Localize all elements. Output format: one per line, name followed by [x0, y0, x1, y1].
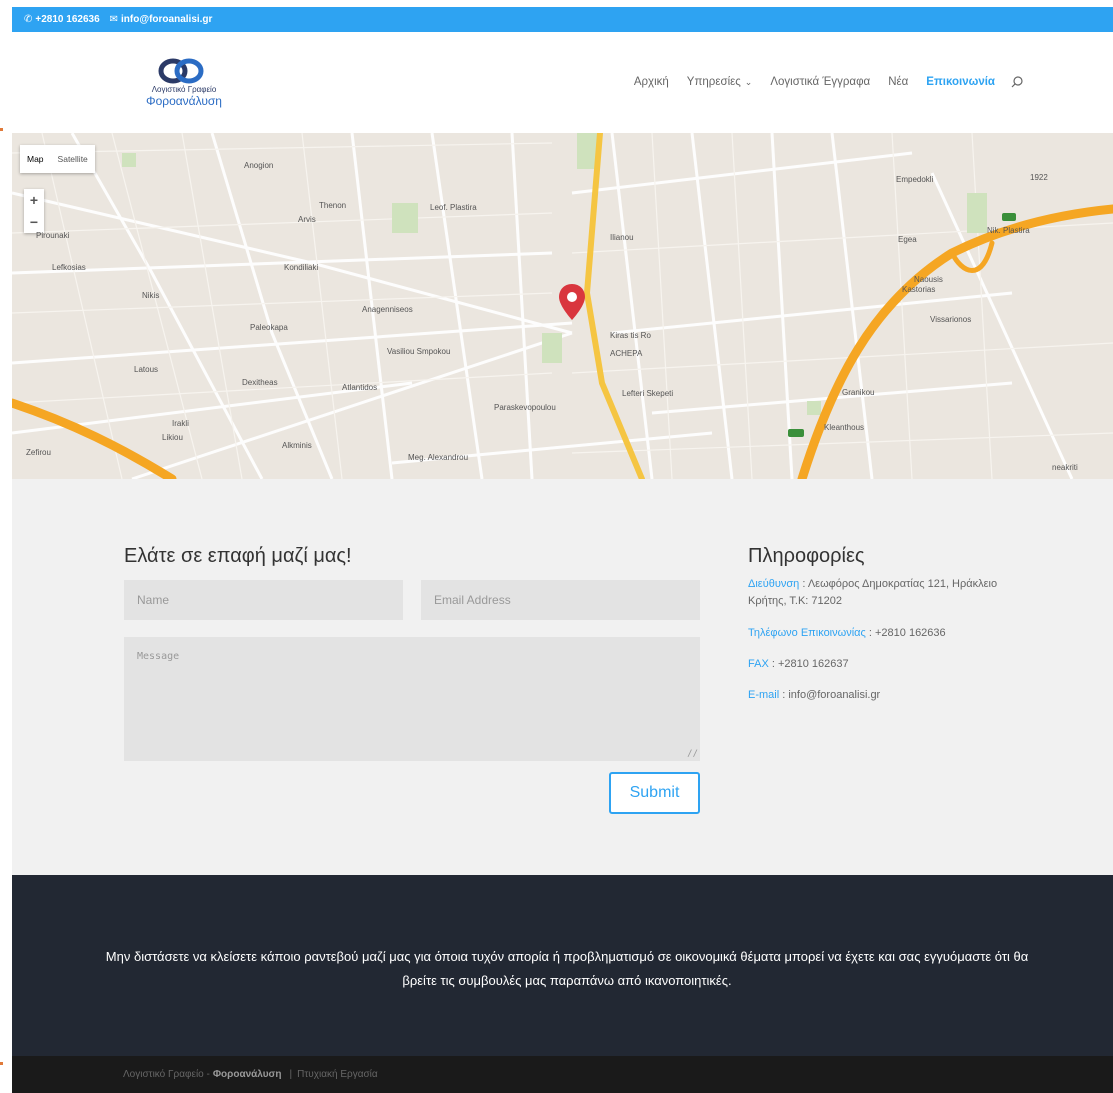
footer-suffix: Πτυχιακή Εργασία: [297, 1069, 378, 1080]
info-fax: FAX : +2810 162637: [748, 656, 1008, 673]
top-bar: ✆ +2810 162636 ✉ info@foroanalisi.gr: [12, 7, 1113, 32]
map-label: Alkminis: [282, 441, 312, 450]
map-label: Arvis: [298, 215, 316, 224]
map-label: Zefirou: [26, 448, 51, 457]
map-label: ACHEPA: [610, 349, 643, 358]
map-type-satellite[interactable]: Satellite: [51, 154, 95, 164]
info-fax-label: FAX: [748, 658, 769, 670]
google-map[interactable]: Map Satellite + − Anogion Thenon Leof. P…: [12, 133, 1113, 479]
map-label: Ilianou: [610, 233, 634, 242]
topbar-phone-text: +2810 162636: [35, 14, 100, 25]
map-label: Paraskevopoulou: [494, 403, 556, 412]
envelope-icon: ✉: [109, 14, 119, 25]
email-input[interactable]: Email Address: [421, 580, 700, 620]
nav-item-news[interactable]: Νέα: [888, 76, 908, 88]
nav-item-services[interactable]: Υπηρεσίες ⌄: [687, 76, 753, 88]
chevron-down-icon: ⌄: [744, 76, 753, 87]
map-label: Thenon: [319, 201, 347, 210]
zoom-control: + −: [24, 189, 44, 233]
topbar-phone[interactable]: ✆ +2810 162636: [24, 14, 100, 25]
map-label: Lefteri Skepeti: [622, 389, 674, 398]
map-label: Irakli: [172, 419, 189, 428]
map-label: Granikou: [842, 388, 875, 397]
cta-section: Μην διστάσετε να κλείσετε κάποιο ραντεβο…: [12, 875, 1113, 1056]
footer-brand: Φοροανάλυση: [212, 1069, 282, 1080]
contact-section: Ελάτε σε επαφή μαζί μας! Name Email Addr…: [12, 479, 1113, 875]
footer-prefix: Λογιστικό Γραφείο -: [123, 1069, 210, 1080]
info-fax-value: : +2810 162637: [768, 658, 849, 670]
map-label: Nikis: [142, 291, 160, 300]
map-label: Empedokli: [896, 175, 934, 184]
phone-icon: ✆: [24, 14, 33, 25]
map-label: Lefkosias: [52, 263, 86, 272]
contact-heading: Ελάτε σε επαφή μαζί μας!: [124, 545, 352, 567]
site-logo[interactable]: Λογιστικό Γραφείο Φοροανάλυση: [134, 54, 234, 114]
info-address: Διεύθυνση : Λεωφόρος Δημοκρατίας 121, Ηρ…: [748, 576, 1008, 610]
map-label: Paleokapa: [250, 323, 288, 332]
edge-marker: [0, 128, 3, 131]
map-label: Egea: [898, 235, 917, 244]
resize-handle-icon[interactable]: ∕∕: [687, 749, 698, 759]
header: Λογιστικό Γραφείο Φοροανάλυση Αρχική Υπη…: [12, 32, 1113, 133]
map-label: Meg. Alexandrou: [408, 453, 469, 462]
zoom-out-button[interactable]: −: [30, 214, 38, 230]
map-label: Vasiliou Smpokou: [387, 347, 451, 356]
map-label: Kiras tis Ro: [610, 331, 651, 340]
info-phone-label: Τηλέφωνο Επικοινωνίας: [748, 627, 866, 639]
info-email: E-mail : info@foroanalisi.gr: [748, 687, 1008, 704]
logo-text-top: Λογιστικό Γραφείο: [151, 85, 217, 94]
zoom-in-button[interactable]: +: [30, 192, 38, 208]
map-label: neakriti: [1052, 463, 1078, 472]
info-phone-value: : +2810 162636: [865, 627, 946, 639]
logo-text-brand: Φοροανάλυση: [146, 94, 222, 108]
map-label: Leof. Plastira: [430, 203, 477, 212]
submit-button[interactable]: Submit: [609, 772, 700, 814]
map-label: Kastorias: [902, 285, 936, 294]
message-placeholder: Message: [137, 651, 180, 662]
search-icon[interactable]: [1011, 76, 1023, 88]
cta-text: Μην διστάσετε να κλείσετε κάποιο ραντεβο…: [105, 949, 1029, 988]
footer-bar: Λογιστικό Γραφείο - Φοροανάλυση | Πτυχια…: [12, 1056, 1113, 1093]
nav-item-contact[interactable]: Επικοινωνία: [926, 76, 995, 88]
name-input[interactable]: Name: [124, 580, 403, 620]
edge-marker: [0, 1062, 3, 1065]
footer-separator: |: [289, 1069, 293, 1080]
info-address-label: Διεύθυνση: [748, 578, 800, 590]
info-heading: Πληροφορίες: [748, 545, 865, 567]
info-phone: Τηλέφωνο Επικοινωνίας : +2810 162636: [748, 625, 1008, 642]
info-email-label: E-mail: [748, 689, 780, 701]
page: ✆ +2810 162636 ✉ info@foroanalisi.gr Λογ…: [12, 0, 1113, 1093]
topbar-email-text: info@foroanalisi.gr: [121, 14, 213, 25]
logo-mark-icon: [158, 58, 204, 84]
message-textarea[interactable]: Message ∕∕: [124, 637, 700, 761]
main-nav: Αρχική Υπηρεσίες ⌄ Λογιστικά Έγγραφα Νέα…: [616, 76, 1023, 88]
map-label: Nik. Plastira: [987, 226, 1030, 235]
map-label: 1922: [1030, 173, 1048, 182]
info-email-value: : info@foroanalisi.gr: [779, 689, 881, 701]
nav-item-services-label: Υπηρεσίες: [686, 76, 741, 88]
map-label: Kondiliaki: [284, 263, 319, 272]
map-pin-icon[interactable]: [558, 283, 586, 321]
map-label: Anogion: [244, 161, 274, 170]
nav-item-home[interactable]: Αρχική: [634, 76, 669, 88]
topbar-email[interactable]: ✉ info@foroanalisi.gr: [110, 14, 213, 25]
map-label: Vissarionos: [930, 315, 972, 324]
map-label: Kleanthous: [824, 423, 865, 432]
map-label: Latous: [134, 365, 159, 374]
map-label: Anagenniseos: [362, 305, 413, 314]
map-type-map[interactable]: Map: [20, 154, 51, 164]
map-label: Pirounaki: [36, 231, 70, 240]
nav-item-accounting-docs[interactable]: Λογιστικά Έγγραφα: [770, 76, 870, 88]
map-label: Dexitheas: [242, 378, 278, 387]
map-label: Naousis: [914, 275, 943, 284]
map-label: Likiou: [162, 433, 183, 442]
map-type-control: Map Satellite: [20, 145, 95, 173]
map-label: Atlantidos: [342, 383, 378, 392]
